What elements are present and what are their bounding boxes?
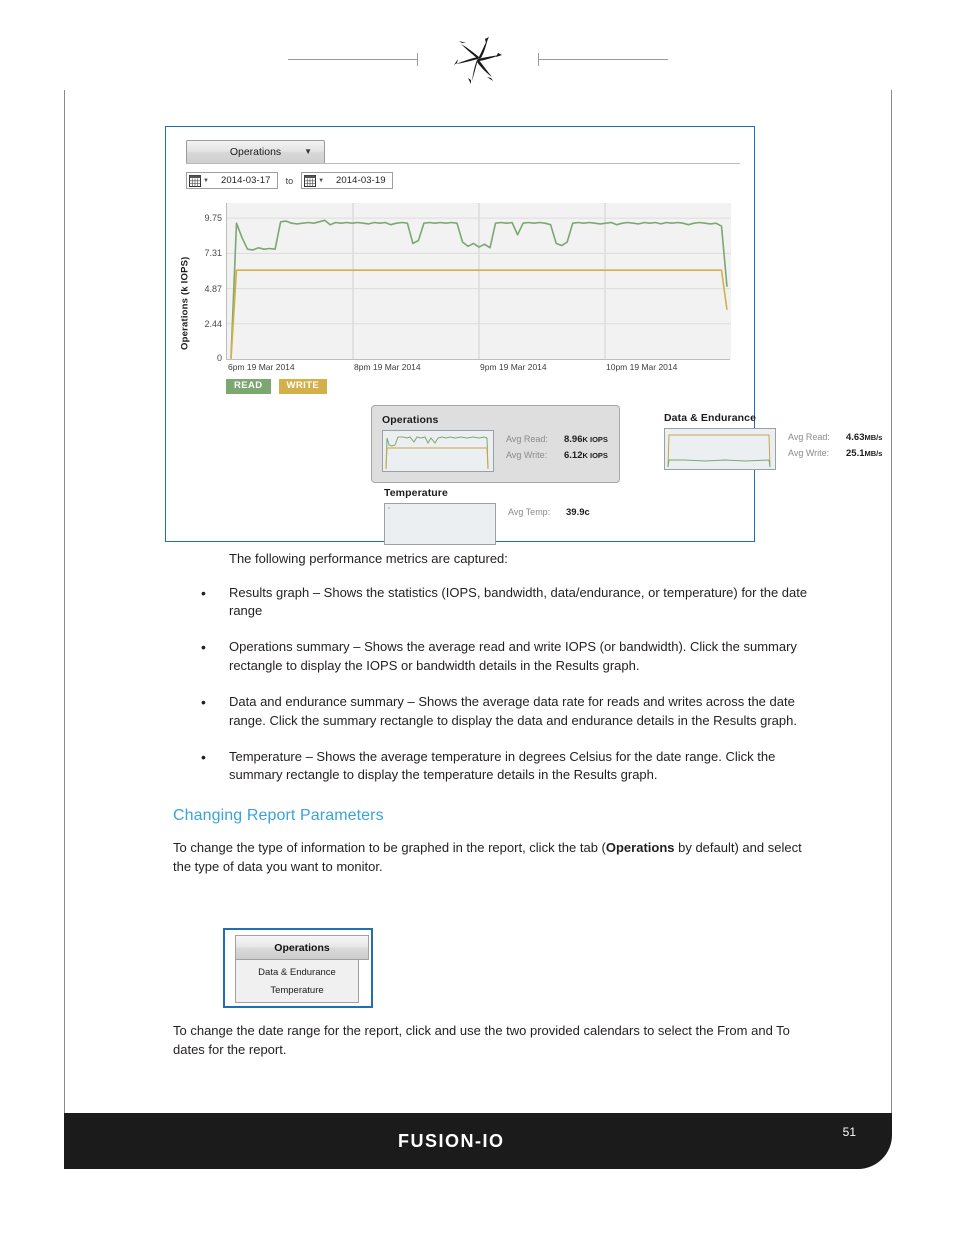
report-screenshot-panel: Operations ▼ ▼ 2014-03-17 to ▼ 2014-03-1… [165,126,882,545]
data-endurance-summary-card[interactable]: Data & Endurance Avg Read: 4.63 MB/s Avg… [664,412,882,470]
data-endurance-card-stats: Avg Read: 4.63 MB/s Avg Write: 25.1 MB/s [788,428,882,464]
data-endurance-avg-read-row: Avg Read: 4.63 MB/s [788,432,882,443]
operations-card-stats: Avg Read: 8.96 K IOPS Avg Write: 6.12 K … [506,430,608,466]
dropdown-header-operations[interactable]: Operations [235,935,369,960]
operations-avg-write-value: 6.12 [564,450,583,461]
temperature-avg-label: Avg Temp: [508,507,551,517]
section-heading: Changing Report Parameters [173,807,384,825]
date-range-to-label: to [285,175,294,186]
tab-operations[interactable]: Operations ▼ [186,140,325,163]
page-header [64,28,892,90]
legend-read[interactable]: READ [226,379,271,394]
intro-paragraph: The following performance metrics are ca… [229,551,508,566]
chevron-down-icon[interactable]: ▼ [304,148,312,156]
tab-underline [186,163,740,164]
operations-avg-write-label: Avg Write: [506,450,548,460]
chart-x-axis: 6pm 19 Mar 2014 8pm 19 Mar 2014 9pm 19 Mar… [226,359,730,378]
chart-x-tick: 6pm 19 Mar 2014 [228,362,295,372]
header-rule-left [288,52,418,66]
date-range-controls: ▼ 2014-03-17 to ▼ 2014-03-19 [186,172,393,189]
temperature-sparkline [384,503,496,545]
data-endurance-sparkline [664,428,776,470]
data-endurance-avg-write-row: Avg Write: 25.1 MB/s [788,448,882,459]
paragraph-change-date-range: To change the date range for the report,… [173,1023,790,1057]
list-item: Results graph – Shows the statistics (IO… [201,583,829,622]
date-from-value: 2014-03-17 [220,175,271,186]
operations-avg-read-unit: K IOPS [582,435,608,444]
results-graph: Operations (k IOPS) 9.75 7.31 4.87 2.44 0 6… [178,203,738,408]
temperature-card-stats: Avg Temp: 39.9c [508,503,590,523]
temperature-summary-card[interactable]: Temperature Avg Temp: 39.9c [384,487,590,545]
chart-x-tick: 9pm 19 Mar 2014 [480,362,547,372]
data-endurance-avg-write-unit: MB/s [864,449,883,458]
chart-y-tick: 2.44 [204,318,222,329]
chart-x-tick: 8pm 19 Mar 2014 [354,362,421,372]
chart-x-tick: 10pm 19 Mar 2014 [606,362,678,372]
chart-y-tick: 9.75 [204,213,222,224]
para-bold-operations: Operations [605,840,675,856]
chart-y-tick: 4.87 [204,283,222,294]
chart-y-tick: 7.31 [204,248,222,259]
chart-y-axis-label: Operations (k IOPS) [179,256,191,350]
summary-cards: Operations Avg Read: 8.96 K IOPS Avg Wri… [166,405,882,545]
operations-sparkline [382,430,494,472]
date-to-value: 2014-03-19 [336,175,386,186]
chart-legend: READ WRITE [226,379,328,394]
list-item: Data and endurance summary – Shows the a… [201,692,829,731]
calendar-icon[interactable] [189,174,201,187]
data-endurance-avg-read-label: Avg Read: [788,432,830,442]
operations-card-title: Operations [382,414,439,426]
temperature-card-title: Temperature [384,487,448,499]
operations-avg-write-row: Avg Write: 6.12 K IOPS [506,450,608,461]
page-footer: FUSION-IO 51 [64,1113,892,1169]
temperature-avg-row: Avg Temp: 39.9c [508,507,590,518]
operations-avg-read-value: 8.96 [564,434,583,445]
operations-avg-read-row: Avg Read: 8.96 K IOPS [506,434,608,445]
data-endurance-avg-write-label: Avg Write: [788,448,830,458]
legend-write[interactable]: WRITE [278,379,328,394]
fusion-io-logo: FUSION-IO [398,1131,505,1151]
operations-summary-card[interactable]: Operations Avg Read: 8.96 K IOPS Avg Wri… [371,405,620,483]
operations-dropdown-figure: Data & Endurance Temperature Operations [223,928,373,1008]
date-from-field[interactable]: ▼ 2014-03-17 [186,172,278,189]
chart-plot-area [226,203,731,359]
chart-y-axis-zero-tick: 0 [216,353,222,363]
calendar-dropdown-caret-icon[interactable]: ▼ [318,178,324,184]
dropdown-item-data-endurance[interactable]: Data & Endurance [236,964,358,982]
operations-avg-write-unit: K IOPS [582,451,608,460]
document-body: The following performance metrics are ca… [173,550,833,891]
fusion-io-wordmark: FUSION-IO [398,1131,505,1151]
header-rule-right [538,52,668,66]
calendar-dropdown-caret-icon[interactable]: ▼ [203,178,209,184]
pinwheel-star-logo [454,37,502,84]
page-number: 51 [842,1125,856,1139]
operations-avg-read-label: Avg Read: [506,434,548,444]
data-endurance-avg-read-value: 4.63 [846,432,865,443]
calendar-icon[interactable] [304,174,317,187]
para-prefix: To change the type of information to be … [173,840,606,856]
chart-y-axis-ticks: 9.75 7.31 4.87 2.44 [192,203,222,359]
paragraph-change-type: To change the type of information to be … [173,839,808,877]
data-endurance-avg-write-value: 25.1 [846,448,865,459]
metrics-bullet-list: Results graph – Shows the statistics (IO… [173,583,833,786]
dropdown-option-list: Data & Endurance Temperature [235,960,359,1003]
list-item: Operations summary – Shows the average r… [201,637,829,676]
temperature-avg-value: 39.9c [566,507,590,518]
tab-operations-label: Operations [229,146,282,158]
list-item: Temperature – Shows the average temperat… [201,747,829,786]
date-to-field[interactable]: ▼ 2014-03-19 [301,172,393,189]
dropdown-item-temperature[interactable]: Temperature [236,982,358,1000]
data-endurance-card-title: Data & Endurance [664,412,757,424]
data-endurance-avg-read-unit: MB/s [864,433,883,442]
